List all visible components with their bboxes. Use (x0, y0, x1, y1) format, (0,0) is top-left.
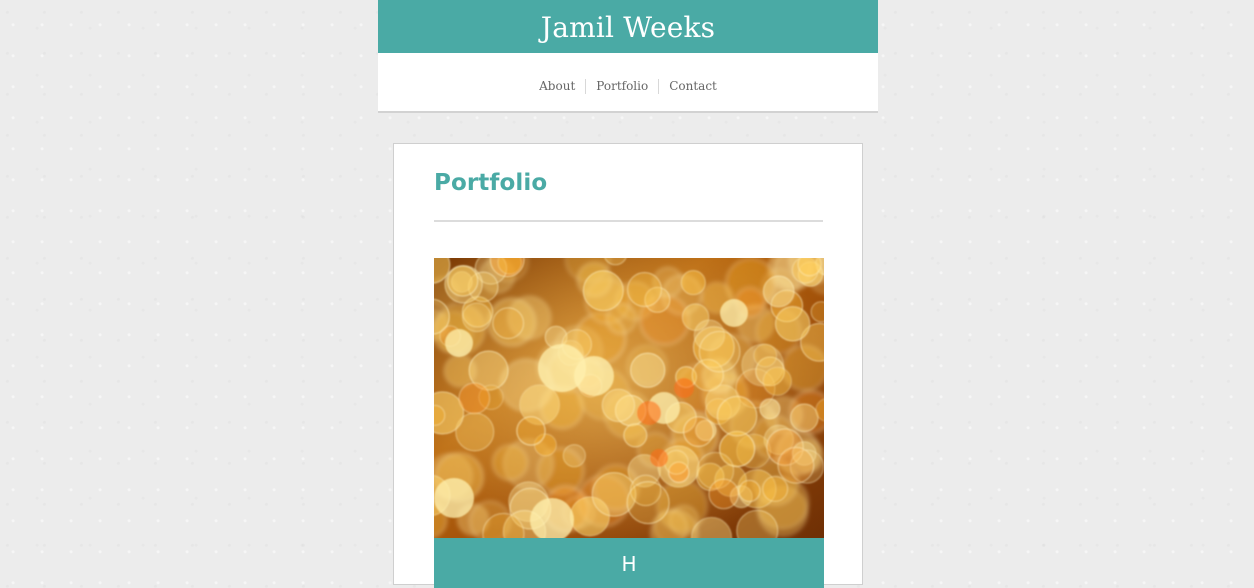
main-nav: About Portfolio Contact (378, 53, 878, 113)
nav-item-portfolio[interactable]: Portfolio (585, 78, 658, 94)
site-title[interactable]: Jamil Weeks (541, 11, 715, 44)
portfolio-item[interactable]: H (434, 258, 824, 588)
content-card: Portfolio H (393, 143, 863, 588)
portfolio-item-caption: H (434, 538, 824, 588)
site-wrapper: Jamil Weeks About Portfolio Contact (378, 0, 878, 113)
nav-item-contact[interactable]: Contact (658, 78, 727, 94)
portfolio-image[interactable] (434, 258, 824, 538)
site-header: Jamil Weeks (378, 0, 878, 53)
page-title: Portfolio (434, 170, 548, 196)
nav-item-about[interactable]: About (529, 79, 585, 94)
nav-list: About Portfolio Contact (529, 78, 727, 94)
heading-divider (434, 220, 823, 222)
